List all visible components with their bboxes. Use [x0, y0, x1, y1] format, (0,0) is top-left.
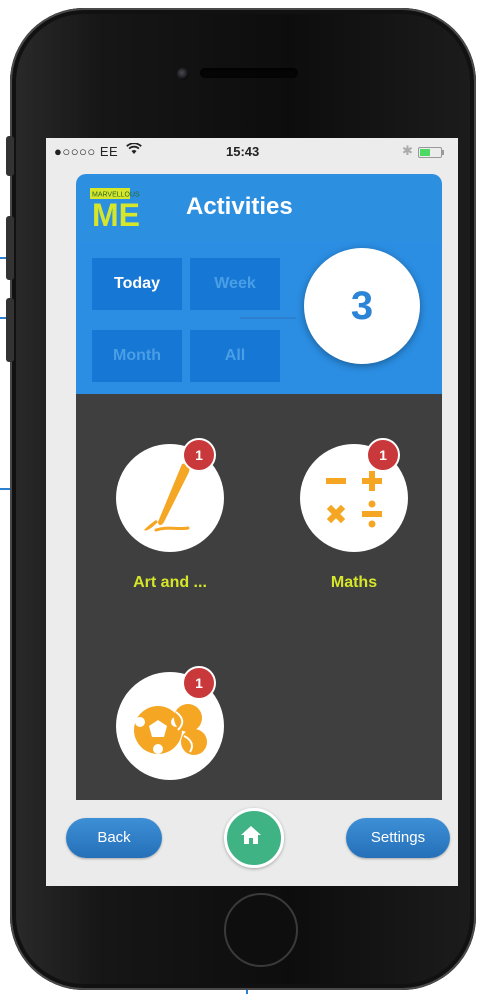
bluetooth-icon: ✱ [402, 143, 413, 158]
filter-week-button[interactable]: Week [190, 258, 280, 310]
clock: 15:43 [226, 144, 260, 159]
mute-switch [6, 136, 14, 176]
subject-maths[interactable]: 1 [300, 438, 408, 552]
activity-count-badge: 3 [304, 248, 420, 364]
home-icon [241, 826, 261, 844]
settings-button[interactable]: Settings [346, 818, 450, 858]
page-title: Activities [186, 193, 293, 220]
home-button[interactable] [224, 808, 284, 868]
subject-art-label[interactable]: Art and ... [100, 574, 240, 592]
carrier-label: ●○○○○ EE [54, 144, 119, 159]
app-screen: ●○○○○ EE 15:43 ✱ MARVELLOUS ME Activitie… [46, 138, 458, 886]
subject-maths-label[interactable]: Maths [284, 574, 424, 592]
subject-maths-badge: 1 [366, 438, 400, 472]
filter-today-button[interactable]: Today [92, 258, 182, 310]
battery-icon [418, 147, 444, 158]
callout-line-count-tip [240, 317, 296, 319]
phone-frame: ●○○○○ EE 15:43 ✱ MARVELLOUS ME Activitie… [6, 8, 476, 990]
filter-month-button[interactable]: Month [92, 330, 182, 382]
subject-art[interactable]: 1 [116, 438, 224, 552]
back-button[interactable]: Back [66, 818, 162, 858]
app-header: MARVELLOUS ME Activities [76, 174, 442, 242]
volume-down-button [6, 298, 14, 362]
front-camera [177, 68, 189, 80]
hardware-home-button[interactable] [224, 893, 298, 967]
subject-art-badge: 1 [182, 438, 216, 472]
filter-all-button[interactable]: All [190, 330, 280, 382]
subjects-grid: 1 Art and ... 1 Maths 1 [76, 394, 442, 800]
status-bar: ●○○○○ EE 15:43 ✱ [46, 138, 458, 164]
earpiece-speaker [200, 68, 298, 78]
logo-letters: ME [92, 197, 140, 228]
wifi-icon [126, 142, 142, 158]
subject-pe-badge: 1 [182, 666, 216, 700]
marvellous-me-logo: MARVELLOUS ME [90, 188, 152, 233]
subject-pe[interactable]: 1 [116, 666, 224, 780]
volume-up-button [6, 216, 14, 280]
